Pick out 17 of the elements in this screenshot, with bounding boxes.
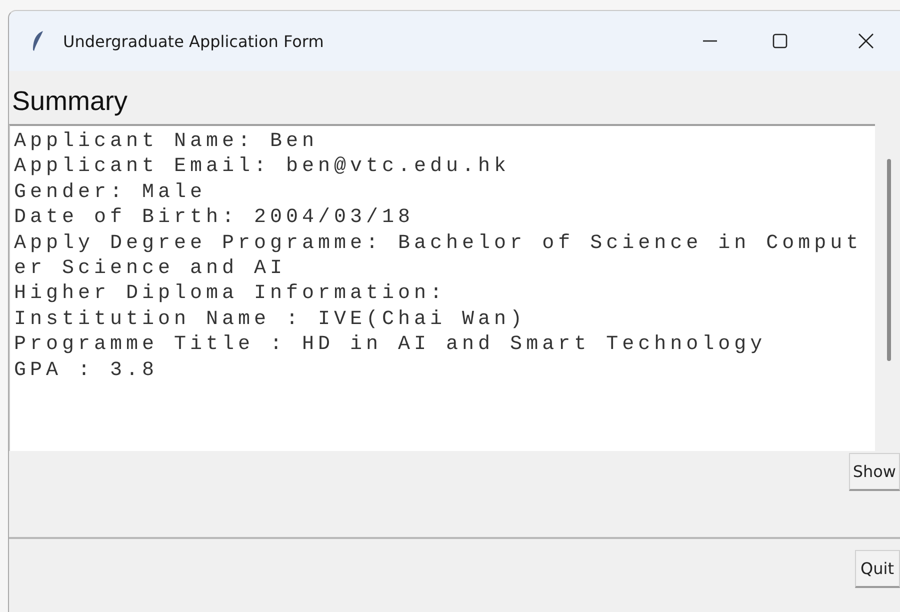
summary-line: Applicant Name: Ben: [14, 129, 318, 154]
scrollbar-thumb[interactable]: [887, 159, 891, 361]
feather-icon: [31, 30, 45, 52]
summary-line: Programme Title : HD in AI and Smart Technology: [14, 332, 766, 358]
summary-line: GPA : 3.8: [14, 358, 158, 384]
summary-line: Applicant Email: ben@vtc.edu.hk: [14, 154, 510, 180]
summary-line: Institution Name : IVE(Chai Wan): [14, 306, 526, 332]
quit-button[interactable]: Quit: [854, 550, 900, 588]
summary-line: er Science and AI: [14, 256, 286, 282]
summary-line: Gender: Male: [14, 180, 206, 206]
summary-line: Apply Degree Programme: Bachelor of Science in Comput: [14, 230, 862, 256]
window-title: Undergraduate Application Form: [63, 32, 325, 50]
summary-line: Date of Birth: 2004/03/18: [14, 205, 414, 231]
show-button[interactable]: Show: [848, 453, 900, 491]
summary-text-area[interactable]: [9, 124, 875, 451]
summary-heading: Summary: [12, 85, 128, 117]
summary-line: Higher Diploma Information:: [14, 281, 446, 307]
